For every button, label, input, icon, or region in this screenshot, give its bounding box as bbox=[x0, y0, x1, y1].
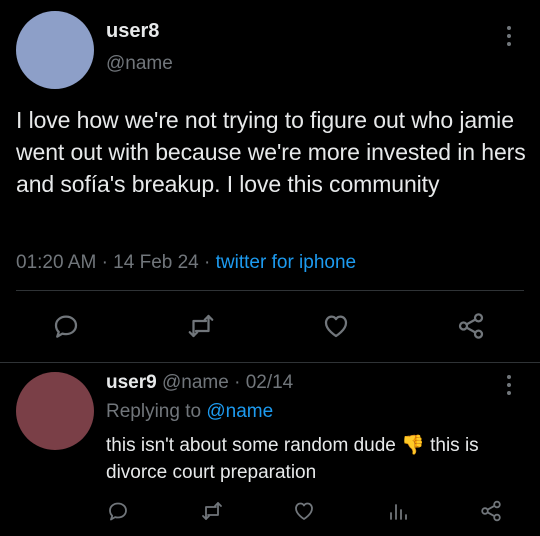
replying-to: Replying to @name bbox=[106, 401, 273, 423]
avatar[interactable] bbox=[16, 372, 94, 450]
thumbs-down-emoji: 👎 bbox=[401, 435, 425, 456]
replying-to-label: Replying to bbox=[106, 401, 202, 422]
share-icon[interactable] bbox=[456, 311, 486, 341]
reply-icon[interactable] bbox=[106, 499, 130, 523]
handle[interactable]: @name bbox=[106, 53, 173, 75]
tweet-meta: 01:20 AM · 14 Feb 24 · twitter for iphon… bbox=[16, 252, 356, 274]
reply-text-part1: this isn't about some random dude bbox=[106, 435, 396, 456]
handle[interactable]: @name bbox=[162, 372, 229, 393]
tweet-text: I love how we're not trying to figure ou… bbox=[16, 107, 526, 197]
separator: · bbox=[204, 252, 211, 273]
retweet-icon[interactable] bbox=[200, 499, 224, 523]
separator: · bbox=[101, 252, 108, 273]
reply-text: this isn't about some random dude 👎 this… bbox=[106, 432, 531, 486]
analytics-icon[interactable] bbox=[386, 499, 410, 523]
like-icon[interactable] bbox=[292, 499, 316, 523]
more-options-icon[interactable] bbox=[502, 375, 516, 395]
reply-header: user9 @name · 02/14 bbox=[106, 372, 293, 394]
divider bbox=[0, 362, 540, 363]
like-icon[interactable] bbox=[321, 311, 351, 341]
retweet-icon[interactable] bbox=[186, 311, 216, 341]
reply-icon[interactable] bbox=[51, 311, 81, 341]
timestamp: 01:20 AM bbox=[16, 252, 97, 273]
avatar[interactable] bbox=[16, 11, 94, 89]
divider bbox=[16, 290, 524, 291]
username[interactable]: user8 bbox=[106, 20, 159, 43]
source-link[interactable]: twitter for iphone bbox=[216, 252, 356, 273]
more-options-icon[interactable] bbox=[502, 26, 516, 46]
replying-to-handle[interactable]: @name bbox=[206, 401, 273, 422]
username[interactable]: user9 bbox=[106, 372, 157, 393]
share-icon[interactable] bbox=[479, 499, 503, 523]
date: 02/14 bbox=[245, 372, 294, 393]
date: 14 Feb 24 bbox=[113, 252, 199, 273]
separator: · bbox=[234, 372, 241, 393]
